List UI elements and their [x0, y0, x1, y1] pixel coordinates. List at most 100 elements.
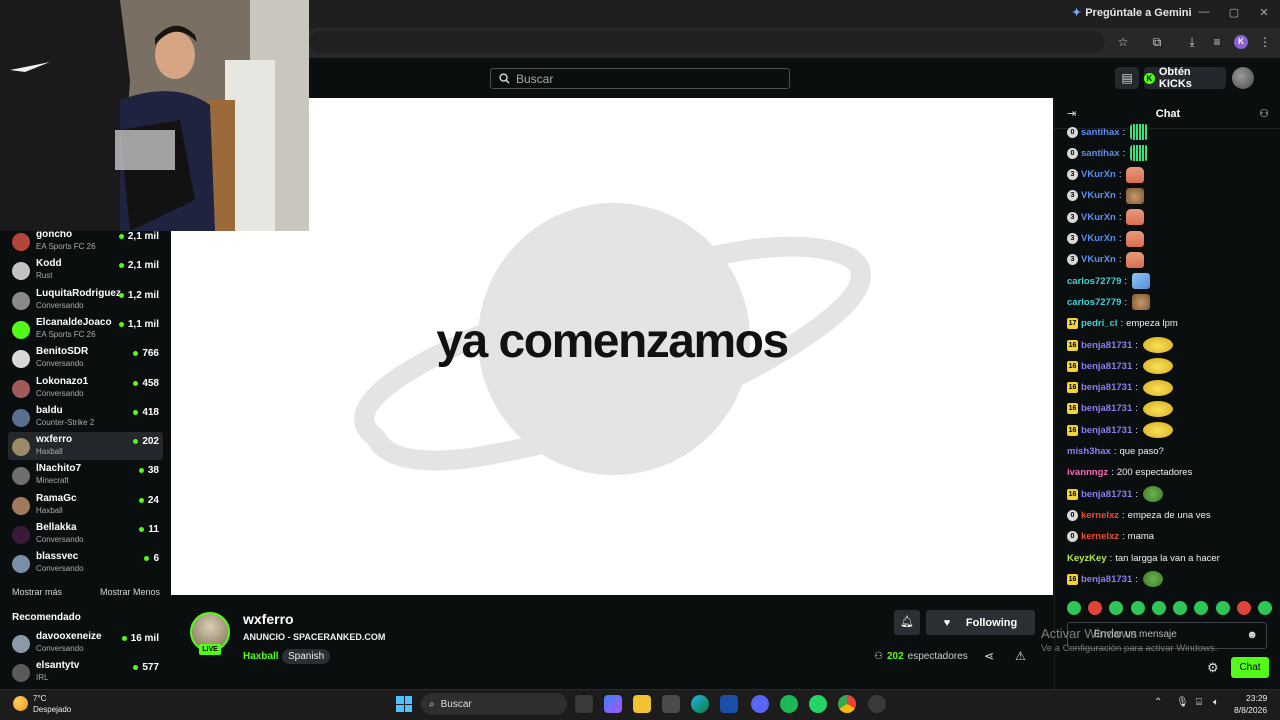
quick-emote-icon[interactable]: [1151, 601, 1166, 615]
chat-username[interactable]: benja81731: [1081, 403, 1132, 414]
chat-username[interactable]: KeyzKey: [1067, 553, 1107, 564]
microphone-icon[interactable]: 🎙︎: [1176, 697, 1189, 708]
channel-row[interactable]: Lokonazo1 Conversando 458: [8, 374, 163, 402]
chat-username[interactable]: benja81731: [1081, 574, 1132, 585]
channel-row[interactable]: LuquitaRodriguez Conversando 1,2 mil: [8, 286, 163, 314]
channel-row[interactable]: Kodd Rust 2,1 mil: [8, 256, 163, 284]
channel-row[interactable]: BenitoSDR Conversando 766: [8, 344, 163, 372]
tray-chevron-icon[interactable]: ⌃: [1154, 697, 1162, 708]
get-kicks-button[interactable]: K Obtén KICKs: [1144, 66, 1226, 90]
channel-row[interactable]: lNachito7 Minecraft 38: [8, 461, 163, 489]
chat-settings-gear-icon[interactable]: ⚙: [1207, 660, 1219, 676]
close-window-button[interactable]: ✕: [1256, 6, 1272, 20]
chat-username[interactable]: benja81731: [1081, 340, 1132, 351]
chrome-icon[interactable]: [838, 695, 856, 713]
volume-icon[interactable]: 🔈︎: [1213, 697, 1219, 708]
quick-emote-icon[interactable]: [1173, 601, 1188, 615]
channel-row[interactable]: ElcanaldeJoaco EA Sports FC 26 1,1 mil: [8, 315, 163, 343]
emoji-picker-icon[interactable]: ☻: [1246, 629, 1258, 641]
chat-username[interactable]: ivannngz: [1067, 467, 1108, 478]
chat-username[interactable]: carlos72779: [1067, 297, 1121, 308]
app-icon[interactable]: [720, 695, 738, 713]
chat-username[interactable]: kernelxz: [1081, 531, 1119, 542]
language-tag[interactable]: Spanish: [282, 649, 331, 664]
chat-username[interactable]: kernelxz: [1081, 510, 1119, 521]
clock-time[interactable]: 23:29: [1246, 693, 1267, 703]
channel-row[interactable]: davooxeneize Conversando 16 mil: [8, 629, 163, 657]
show-less-link[interactable]: Mostrar Menos: [100, 587, 160, 597]
taskbar-search[interactable]: ⌕ Buscar: [421, 693, 567, 715]
chat-username[interactable]: benja81731: [1081, 382, 1132, 393]
quick-emote-icon[interactable]: [1130, 601, 1145, 615]
download-icon[interactable]: ⤓: [1183, 34, 1201, 50]
quick-emote-icon[interactable]: [1067, 601, 1081, 615]
extensions-icon[interactable]: ⧉: [1148, 34, 1166, 50]
start-button[interactable]: [396, 696, 412, 712]
store-icon[interactable]: [662, 695, 680, 713]
channel-row[interactable]: RamaGc Haxball 24: [8, 491, 163, 519]
chat-username[interactable]: pedri_cl: [1081, 318, 1117, 329]
show-more-link[interactable]: Mostrar más: [12, 587, 62, 597]
chat-username[interactable]: benja81731: [1081, 489, 1132, 500]
reading-list-icon[interactable]: ≡: [1208, 34, 1226, 50]
quick-emote-icon[interactable]: [1194, 601, 1209, 615]
gemini-button[interactable]: ✦ Pregúntale a Gemini: [1072, 6, 1192, 20]
edge-icon[interactable]: [691, 695, 709, 713]
quick-emote-icon[interactable]: [1109, 601, 1124, 615]
following-button[interactable]: ♥ Following: [926, 610, 1035, 635]
weather-moon-icon[interactable]: [13, 696, 28, 711]
task-view-icon[interactable]: [575, 695, 593, 713]
channel-viewers: 11: [139, 524, 159, 535]
chat-users-icon[interactable]: ⚇: [1259, 107, 1269, 120]
chat-username[interactable]: VKurXn: [1081, 233, 1116, 244]
channel-row[interactable]: goncho EA Sports FC 26 2,1 mil: [8, 227, 163, 255]
chat-username[interactable]: santihax: [1081, 127, 1120, 138]
minimize-window-button[interactable]: —: [1196, 6, 1212, 20]
subscriber-badge: 16: [1067, 573, 1078, 585]
channel-row[interactable]: blassvec Conversando 6: [8, 549, 163, 577]
channel-row[interactable]: Bellakka Conversando 11: [8, 520, 163, 548]
spotify-icon[interactable]: [780, 695, 798, 713]
chat-username[interactable]: benja81731: [1081, 361, 1132, 372]
chat-username[interactable]: santihax: [1081, 148, 1120, 159]
browser-profile-avatar[interactable]: K: [1234, 35, 1248, 49]
whatsapp-icon[interactable]: [809, 695, 827, 713]
chat-panel: ⇥ Chat ⚇ 0 santihax:0 santihax:3 VKurXn:3 VK…: [1054, 98, 1280, 689]
search-box[interactable]: [490, 68, 790, 89]
chat-username[interactable]: VKurXn: [1081, 212, 1116, 223]
channel-row[interactable]: elsantytv IRL 577: [8, 658, 163, 686]
address-bar[interactable]: [309, 31, 1105, 53]
share-icon[interactable]: ⋖: [984, 649, 994, 663]
file-explorer-icon[interactable]: [633, 695, 651, 713]
layout-toggle-button[interactable]: ▤: [1115, 67, 1139, 89]
channel-name: Kodd: [36, 258, 62, 270]
chat-username[interactable]: carlos72779: [1067, 276, 1121, 287]
clock-date[interactable]: 8/8/2026: [1234, 705, 1267, 715]
channel-row[interactable]: wxferro Haxball 202: [8, 432, 163, 461]
chat-emote-icon: [1142, 379, 1173, 396]
quick-emote-icon[interactable]: [1236, 601, 1251, 615]
search-input[interactable]: [516, 71, 766, 86]
discord-icon[interactable]: [751, 695, 769, 713]
notification-bell-button[interactable]: 🔔︎: [894, 610, 920, 635]
chat-send-button[interactable]: Chat: [1231, 657, 1269, 678]
quick-emote-icon[interactable]: [1257, 601, 1272, 615]
chat-username[interactable]: mish3hax: [1067, 446, 1111, 457]
bookmark-star-icon[interactable]: ☆: [1114, 34, 1132, 50]
stream-category-link[interactable]: Haxball: [243, 651, 279, 662]
chat-username[interactable]: VKurXn: [1081, 169, 1116, 180]
chat-username[interactable]: VKurXn: [1081, 254, 1116, 265]
streamer-name[interactable]: wxferro: [243, 611, 294, 627]
chat-username[interactable]: benja81731: [1081, 425, 1132, 436]
quick-emote-icon[interactable]: [1088, 601, 1103, 615]
browser-menu-icon[interactable]: ⋮: [1256, 34, 1274, 50]
report-icon[interactable]: ⚠: [1015, 649, 1026, 663]
network-icon[interactable]: ⌸: [1196, 697, 1202, 708]
quick-emote-icon[interactable]: [1215, 601, 1230, 615]
app-icon-2[interactable]: [868, 695, 886, 713]
user-avatar[interactable]: [1232, 67, 1254, 89]
maximize-window-button[interactable]: ▢: [1226, 6, 1242, 20]
channel-row[interactable]: baldu Counter-Strike 2 418: [8, 403, 163, 431]
copilot-icon[interactable]: [604, 695, 622, 713]
chat-username[interactable]: VKurXn: [1081, 190, 1116, 201]
